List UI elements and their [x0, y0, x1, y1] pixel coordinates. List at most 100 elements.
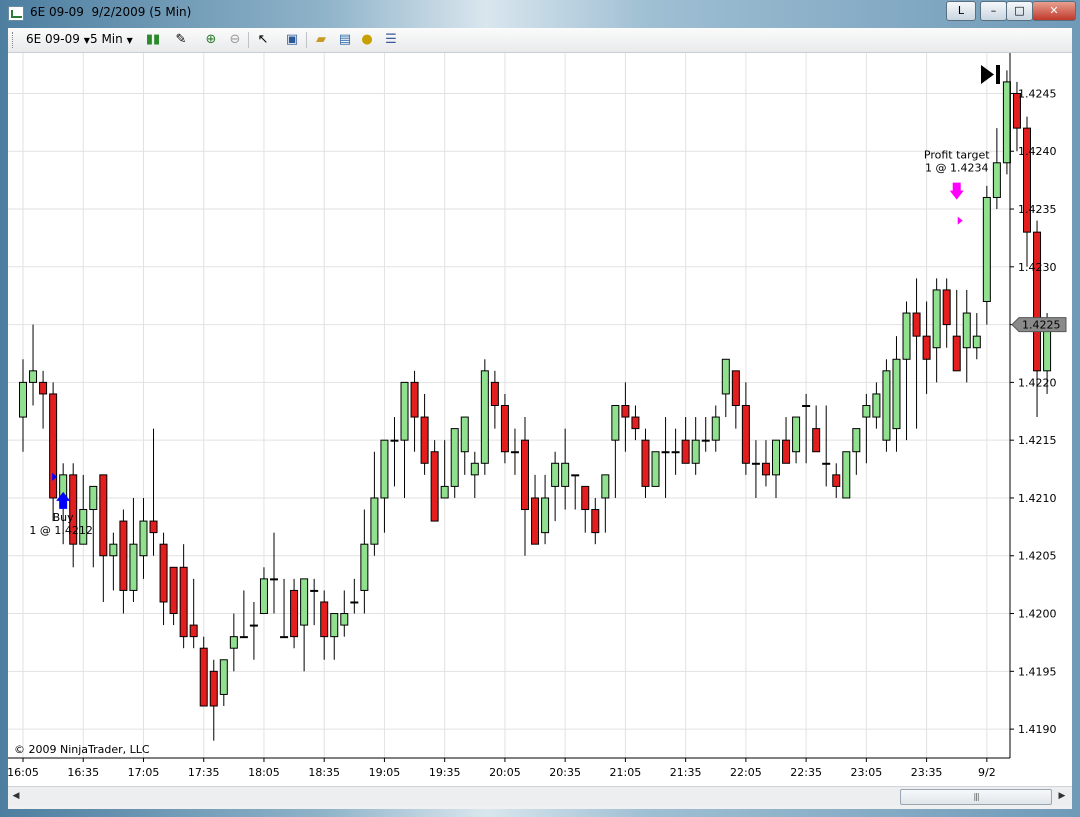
candle-body	[450, 428, 459, 487]
list-icon[interactable]: ☰	[382, 31, 400, 49]
candle	[440, 440, 449, 499]
candle-body	[551, 462, 560, 487]
chart-svg[interactable]: 1.4190 1.4195 1.4200 1.4205 1.4210 1.4215 1.42…	[7, 53, 1072, 786]
candle-body	[802, 405, 811, 407]
candle-body	[561, 462, 570, 487]
candle	[340, 590, 349, 637]
candle-body	[1033, 231, 1042, 372]
target-execution-tick	[957, 216, 963, 225]
horizontal-scrollbar[interactable]: ◀ ||| ▶	[8, 786, 1072, 805]
price-tick-label: 1.4220	[1018, 376, 1057, 389]
title-bar[interactable]: 6E 09-09 9/2/2009 (5 Min) L – □ ✕	[0, 0, 1080, 26]
candle	[721, 358, 730, 418]
price-tick-label: 1.4235	[1018, 203, 1057, 216]
app-window: 6E 09-09 9/2/2009 (5 Min) L – □ ✕ 6E 09-…	[0, 0, 1080, 817]
candlestick-icon[interactable]: ▮▮	[144, 31, 162, 49]
candle-body	[259, 578, 268, 615]
candle-body	[99, 474, 108, 557]
time-tick-label: 19:05	[369, 766, 401, 779]
candle	[219, 659, 228, 706]
link-button[interactable]: L	[946, 1, 976, 21]
candle	[300, 578, 309, 672]
candle-body	[510, 451, 519, 454]
candle-body	[531, 497, 540, 545]
folder-icon[interactable]: ▰	[312, 31, 330, 49]
scroll-right-icon[interactable]: ▶	[1054, 787, 1070, 805]
time-tick-label: 17:35	[188, 766, 220, 779]
candle-body	[1002, 81, 1011, 164]
candle	[280, 578, 289, 639]
candle-body	[290, 589, 299, 638]
interval-label: 5 Min	[90, 32, 123, 46]
interval-selector[interactable]: 5 Min ▼	[90, 32, 133, 46]
maximize-button[interactable]: □	[1006, 1, 1033, 21]
chart-grid	[8, 53, 1010, 758]
candle-body	[89, 485, 98, 511]
candle	[480, 359, 489, 475]
candle	[701, 417, 710, 452]
buy-detail: 1 @ 1.4212	[29, 524, 92, 537]
candle	[169, 566, 178, 626]
minimize-button[interactable]: –	[980, 1, 1007, 21]
candle	[259, 567, 268, 615]
candle	[581, 485, 590, 533]
copyright-text: © 2009 NinjaTrader, LLC	[14, 743, 150, 756]
chart-window-client: 6E 09-09 ▼ 5 Min ▼ ▮▮ ✎ ⊕ ⊖ ↖ ▣ ▰ ▤ ● ☰ …	[7, 28, 1072, 809]
candle-body	[892, 358, 901, 430]
candle-body	[249, 624, 258, 627]
time-tick-label: 23:05	[851, 766, 883, 779]
candle	[651, 451, 660, 487]
candle-body	[782, 439, 791, 464]
dollar-icon[interactable]: ●	[358, 31, 376, 49]
time-tick-label: 9/2	[978, 766, 996, 779]
candle-body	[350, 601, 359, 604]
candle	[1023, 116, 1031, 267]
last-price-marker: 1.4225	[1011, 317, 1067, 333]
go-to-end-icon[interactable]	[981, 65, 1000, 84]
close-button[interactable]: ✕	[1032, 1, 1076, 21]
candle-body	[169, 566, 178, 615]
time-tick-label: 22:35	[790, 766, 822, 779]
candle	[179, 544, 188, 649]
price-chart[interactable]: 1.4190 1.4195 1.4200 1.4205 1.4210 1.4215 1.42…	[7, 53, 1072, 786]
scrollbar-thumb[interactable]: |||	[900, 789, 1052, 805]
candle-body	[189, 624, 198, 638]
candle	[1002, 70, 1011, 175]
chart-icon[interactable]: ▤	[336, 31, 354, 49]
candle	[882, 359, 891, 452]
instrument-selector[interactable]: 6E 09-09 ▼	[26, 32, 90, 46]
time-tick-label: 20:05	[489, 766, 521, 779]
candle-body	[1023, 127, 1031, 233]
scroll-left-icon[interactable]: ◀	[8, 787, 24, 805]
candle	[711, 405, 720, 452]
candle-body	[330, 613, 339, 638]
profit-target-arrow-icon	[949, 182, 964, 200]
candle-body	[119, 520, 128, 591]
cursor-icon[interactable]: ↖	[254, 31, 272, 49]
profit-target-label: Profit target	[924, 149, 990, 162]
candle	[621, 382, 630, 452]
candle	[681, 417, 690, 464]
candle	[390, 417, 399, 487]
zoom-out-icon[interactable]: ⊖	[226, 31, 244, 49]
candle-body	[912, 312, 921, 337]
properties-icon[interactable]: ▣	[283, 31, 301, 49]
candle-body	[490, 381, 499, 407]
pencil-icon[interactable]: ✎	[172, 31, 190, 49]
candle-body	[29, 370, 38, 383]
candle	[992, 128, 1001, 210]
time-tick-label: 22:05	[730, 766, 762, 779]
candle-body	[370, 497, 379, 545]
chevron-down-icon: ▼	[126, 36, 133, 45]
zoom-in-icon[interactable]: ⊕	[202, 31, 220, 49]
candle	[420, 393, 429, 475]
candle	[731, 370, 740, 429]
candle-body	[701, 439, 710, 442]
toolbar-grip[interactable]	[12, 32, 16, 48]
instrument-label: 6E 09-09	[26, 32, 80, 46]
candle	[109, 532, 118, 591]
candle	[802, 393, 811, 464]
price-tick-label: 1.4200	[1018, 608, 1057, 621]
candle	[962, 289, 971, 383]
chart-toolbar: 6E 09-09 ▼ 5 Min ▼ ▮▮ ✎ ⊕ ⊖ ↖ ▣ ▰ ▤ ● ☰	[8, 28, 1072, 53]
